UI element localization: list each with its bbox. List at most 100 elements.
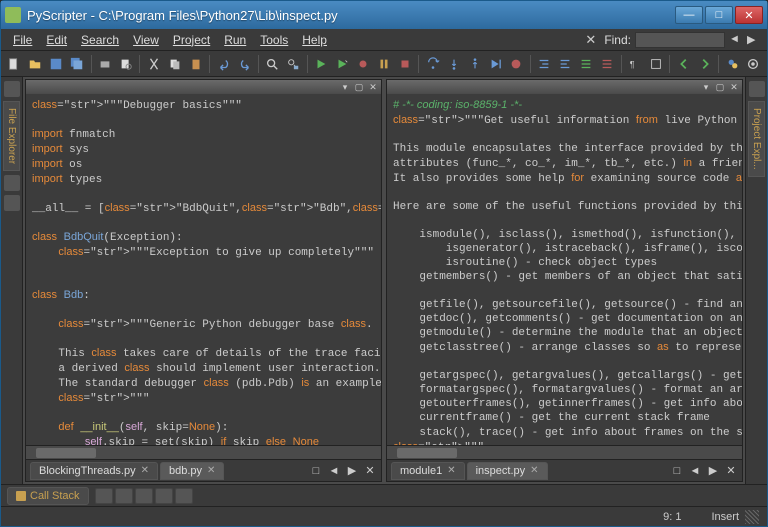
tab-inspect[interactable]: inspect.py✕ xyxy=(467,462,548,480)
menu-search[interactable]: Search xyxy=(75,31,125,49)
menubar: File Edit Search View Project Run Tools … xyxy=(1,29,767,51)
find-input[interactable] xyxy=(635,32,725,48)
menu-run[interactable]: Run xyxy=(218,31,252,49)
replace-button[interactable] xyxy=(284,54,303,74)
right-tabstrip: module1✕ inspect.py✕ □ ◄ ▶ ✕ xyxy=(387,459,742,481)
resize-grip[interactable] xyxy=(745,510,759,524)
right-hscrollbar[interactable] xyxy=(387,445,742,459)
new-file-button[interactable] xyxy=(5,54,24,74)
find-prev-icon[interactable]: ◄ xyxy=(729,33,743,47)
tab-list-icon[interactable]: □ xyxy=(309,464,323,478)
minimize-button[interactable]: — xyxy=(675,6,703,24)
copy-button[interactable] xyxy=(165,54,184,74)
bottom-btn-3[interactable] xyxy=(135,488,153,504)
tab-list-icon[interactable]: □ xyxy=(670,464,684,478)
comment-button[interactable] xyxy=(577,54,596,74)
tab-close-icon[interactable]: ✕ xyxy=(207,465,215,476)
left-editor-pane: ▾ ▢ ✕ class="str">"""Debugger basics""" … xyxy=(25,79,382,482)
find-next-icon[interactable]: ▶ xyxy=(747,33,761,47)
bottom-btn-5[interactable] xyxy=(175,488,193,504)
app-icon xyxy=(5,7,21,23)
menu-project[interactable]: Project xyxy=(167,31,216,49)
maximize-button[interactable]: □ xyxy=(705,6,733,24)
toolbar: ¶ xyxy=(1,51,767,77)
stop-button[interactable] xyxy=(395,54,414,74)
pause-button[interactable] xyxy=(375,54,394,74)
nav-forward-button[interactable] xyxy=(695,54,714,74)
run-to-cursor-button[interactable] xyxy=(486,54,505,74)
step-out-button[interactable] xyxy=(465,54,484,74)
tab-module1[interactable]: module1✕ xyxy=(391,462,465,480)
sidebar-button-1[interactable] xyxy=(4,81,20,97)
uncomment-button[interactable] xyxy=(598,54,617,74)
sidebar-button-2[interactable] xyxy=(4,175,20,191)
right-editor[interactable]: # -*- coding: iso-8859-1 -*- class="str"… xyxy=(387,94,742,445)
undo-button[interactable] xyxy=(214,54,233,74)
save-button[interactable] xyxy=(47,54,66,74)
tab-close-icon[interactable]: ✕ xyxy=(447,465,455,476)
breakpoint-button[interactable] xyxy=(507,54,526,74)
svg-text:¶: ¶ xyxy=(630,59,635,69)
left-editor[interactable]: class="str">"""Debugger basics""" import… xyxy=(26,94,381,445)
menu-file[interactable]: File xyxy=(7,31,38,49)
bottom-btn-2[interactable] xyxy=(115,488,133,504)
pane-close-icon[interactable]: ✕ xyxy=(368,82,378,92)
find-button[interactable] xyxy=(263,54,282,74)
close-button[interactable]: ✕ xyxy=(735,6,763,24)
left-sidebar: File Explorer xyxy=(1,77,23,484)
file-explorer-tab[interactable]: File Explorer xyxy=(3,101,20,171)
cut-button[interactable] xyxy=(144,54,163,74)
nav-back-button[interactable] xyxy=(674,54,693,74)
tab-closeall-icon[interactable]: ✕ xyxy=(363,464,377,478)
sidebar-button-r1[interactable] xyxy=(749,81,765,97)
python-button[interactable] xyxy=(723,54,742,74)
cursor-position: 9: 1 xyxy=(663,511,681,523)
edit-mode: Insert xyxy=(711,511,739,523)
print-button[interactable] xyxy=(96,54,115,74)
sidebar-button-3[interactable] xyxy=(4,195,20,211)
pane-close-icon[interactable]: ✕ xyxy=(729,82,739,92)
step-into-button[interactable] xyxy=(444,54,463,74)
bottom-btn-4[interactable] xyxy=(155,488,173,504)
menu-help[interactable]: Help xyxy=(296,31,333,49)
print-preview-button[interactable] xyxy=(117,54,136,74)
titlebar[interactable]: PyScripter - C:\Program Files\Python27\L… xyxy=(1,1,767,29)
menu-tools[interactable]: Tools xyxy=(254,31,294,49)
app-window: PyScripter - C:\Program Files\Python27\L… xyxy=(0,0,768,527)
redo-button[interactable] xyxy=(235,54,254,74)
callstack-icon xyxy=(16,491,26,501)
left-tabstrip: BlockingThreads.py✕ bdb.py✕ □ ◄ ▶ ✕ xyxy=(26,459,381,481)
step-over-button[interactable] xyxy=(423,54,442,74)
run-config-button[interactable] xyxy=(333,54,352,74)
debug-button[interactable] xyxy=(354,54,373,74)
pane-max-icon[interactable]: ▢ xyxy=(715,82,725,92)
project-explorer-tab[interactable]: Project Expl... xyxy=(748,101,765,177)
open-file-button[interactable] xyxy=(26,54,45,74)
tab-blockingthreads[interactable]: BlockingThreads.py✕ xyxy=(30,462,158,480)
special-chars-button[interactable] xyxy=(646,54,665,74)
dedent-button[interactable] xyxy=(556,54,575,74)
pane-dropdown-icon[interactable]: ▾ xyxy=(340,82,350,92)
paste-button[interactable] xyxy=(186,54,205,74)
menu-edit[interactable]: Edit xyxy=(40,31,73,49)
pane-max-icon[interactable]: ▢ xyxy=(354,82,364,92)
tab-prev-icon[interactable]: ◄ xyxy=(327,464,341,478)
call-stack-tab[interactable]: Call Stack xyxy=(7,487,89,505)
tab-next-icon[interactable]: ▶ xyxy=(345,464,359,478)
tab-bdb[interactable]: bdb.py✕ xyxy=(160,462,224,480)
tab-prev-icon[interactable]: ◄ xyxy=(688,464,702,478)
pane-dropdown-icon[interactable]: ▾ xyxy=(701,82,711,92)
line-numbers-button[interactable]: ¶ xyxy=(626,54,645,74)
left-hscrollbar[interactable] xyxy=(26,445,381,459)
tab-next-icon[interactable]: ▶ xyxy=(706,464,720,478)
find-close-icon[interactable]: ✕ xyxy=(581,32,600,48)
menu-view[interactable]: View xyxy=(127,31,165,49)
tab-close-icon[interactable]: ✕ xyxy=(530,465,538,476)
tab-close-icon[interactable]: ✕ xyxy=(141,465,149,476)
save-all-button[interactable] xyxy=(68,54,87,74)
tab-closeall-icon[interactable]: ✕ xyxy=(724,464,738,478)
bottom-btn-1[interactable] xyxy=(95,488,113,504)
indent-button[interactable] xyxy=(535,54,554,74)
options-button[interactable] xyxy=(744,54,763,74)
run-button[interactable] xyxy=(312,54,331,74)
